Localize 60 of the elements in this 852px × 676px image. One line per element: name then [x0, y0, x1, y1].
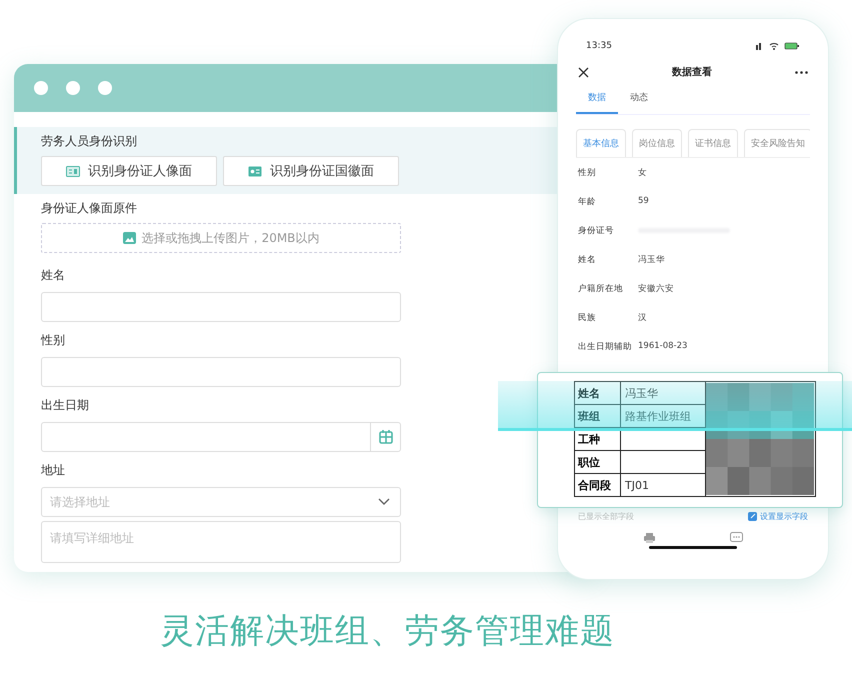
table-cell: 合同段	[574, 474, 620, 496]
row-value: 女	[638, 167, 647, 180]
address-detail-field[interactable]: 请填写详细地址	[41, 521, 401, 563]
image-icon	[122, 232, 136, 244]
field-label: 姓名	[41, 267, 65, 284]
id-card-icon	[66, 166, 80, 176]
text-field[interactable]	[41, 292, 401, 322]
date-field[interactable]	[41, 422, 401, 452]
table-cell: 职位	[574, 450, 620, 474]
window-dot	[66, 81, 80, 95]
table-cell: 姓名	[574, 382, 620, 404]
settings-link[interactable]: 设置显示字段	[748, 511, 808, 522]
table-cell: 班组	[574, 404, 620, 428]
sub-tab[interactable]: 安全风险告知	[744, 129, 810, 157]
row-label: 身份证号	[577, 225, 615, 238]
tab[interactable]: 动态	[618, 91, 660, 114]
caption: 灵活解决班组、劳务管理难题	[160, 610, 615, 653]
window-dot	[34, 81, 48, 95]
text-field[interactable]	[41, 357, 401, 387]
row-value: 1961-08-23	[638, 341, 688, 353]
more-icon[interactable]	[795, 70, 808, 74]
row-label: 性别	[576, 167, 597, 180]
screen-title: 数据查看	[672, 66, 712, 79]
row-label: 姓名	[577, 254, 597, 267]
upload-hint: 选择或拖拽上传图片，20MB以内	[142, 230, 320, 246]
field-label: 身份证人像面原件	[41, 200, 137, 217]
status-icons	[756, 42, 800, 50]
row-value: 汉	[638, 312, 647, 325]
field-label: 出生日期	[41, 397, 89, 414]
row-value: 安徽六安	[638, 283, 674, 296]
select-placeholder: 请选择地址	[49, 494, 111, 510]
id-card-icon	[248, 166, 262, 176]
field-label: 性别	[41, 332, 65, 349]
field-label: 地址	[41, 462, 65, 479]
footer-note: 已显示全部字段	[578, 511, 634, 522]
sub-tab[interactable]: 证书信息	[688, 129, 738, 157]
address-select[interactable]: 请选择地址	[41, 487, 401, 517]
section-title: 劳务人员身份识别	[41, 133, 137, 150]
table-cell: 冯玉华	[620, 382, 706, 404]
comment-icon[interactable]	[730, 532, 743, 544]
chevron-down-icon	[378, 498, 390, 506]
upload-area[interactable]: 选择或拖拽上传图片，20MB以内	[41, 223, 401, 253]
tab[interactable]: 数据	[576, 91, 618, 114]
recognize-button[interactable]: 识别身份证人像面	[41, 156, 217, 186]
row-label: 户籍所在地	[577, 283, 624, 296]
calendar-icon[interactable]	[378, 429, 394, 445]
row-value: 冯玉华	[638, 254, 665, 267]
window-dot	[98, 81, 112, 95]
printer-icon[interactable]	[643, 532, 656, 544]
row-label: 出生日期辅助	[577, 341, 633, 354]
sub-tab[interactable]: 基本信息	[576, 129, 626, 157]
row-value: 59	[638, 196, 649, 208]
close-icon[interactable]	[578, 66, 589, 78]
row-label: 民族	[577, 312, 597, 325]
recognize-button[interactable]: 识别身份证国徽面	[223, 156, 399, 186]
edit-icon	[748, 512, 757, 521]
table-cell: 工种	[574, 428, 620, 450]
status-time: 13:35	[586, 41, 612, 51]
row-label: 年龄	[577, 196, 597, 209]
sub-tab[interactable]: 岗位信息	[632, 129, 682, 157]
